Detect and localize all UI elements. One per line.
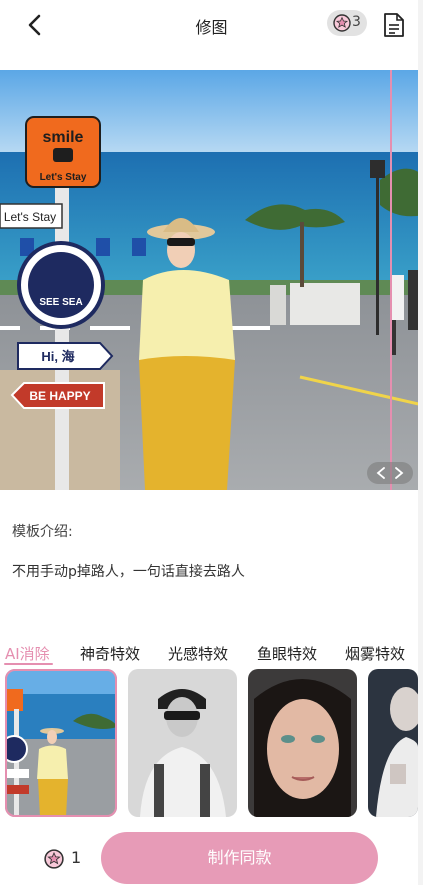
sign-lets-stay-side-text: Let's Stay <box>4 210 56 224</box>
credit-balance-badge[interactable]: 3 <box>327 10 367 36</box>
active-tab-indicator <box>4 663 53 665</box>
top-bar: 修图 3 <box>0 0 423 50</box>
tab-smoke-effect[interactable]: 烟雾特效 <box>345 643 405 664</box>
cost-value: 1 <box>71 848 82 867</box>
template-intro-label: 模板介绍: <box>12 524 73 540</box>
credit-count: 3 <box>352 14 361 30</box>
template-thumbnail-magic-effect[interactable] <box>128 669 237 817</box>
sign-lets-stay-text: Let's Stay <box>40 172 87 183</box>
tab-ai-erase[interactable]: AI消除 <box>5 643 50 664</box>
badge-text: SEE SEA <box>39 297 82 308</box>
sign-smile-text: smile <box>43 129 84 146</box>
effect-tabs: AI消除 神奇特效 光感特效 鱼眼特效 烟雾特效 <box>0 640 423 668</box>
tab-light-effect[interactable]: 光感特效 <box>168 643 228 664</box>
template-thumbnail-ai-erase[interactable] <box>5 669 117 817</box>
compare-arrows-icon[interactable] <box>367 462 413 484</box>
template-thumbnail-smoke-effect[interactable] <box>368 669 418 817</box>
scroll-edge <box>418 0 423 885</box>
tab-fisheye-effect[interactable]: 鱼眼特效 <box>257 643 317 664</box>
compare-divider[interactable] <box>390 70 392 490</box>
cost-indicator: 1 <box>44 847 84 871</box>
template-thumbnail-fisheye-effect[interactable] <box>248 669 357 817</box>
tab-magic-effect[interactable]: 神奇特效 <box>80 643 140 664</box>
credit-star-icon <box>44 849 64 869</box>
credit-star-icon <box>333 14 351 32</box>
preview-photo: smile Let's Stay Let's Stay SEE SEA Hi, … <box>0 70 423 490</box>
sign-hi-text: Hi, 海 <box>41 349 74 364</box>
make-same-button[interactable]: 制作同款 <box>101 832 378 884</box>
document-icon[interactable] <box>383 12 405 38</box>
sign-happy-text: BE HAPPY <box>29 389 90 403</box>
template-intro-description: 不用手动p掉路人，一句话直接去路人 <box>12 564 245 580</box>
